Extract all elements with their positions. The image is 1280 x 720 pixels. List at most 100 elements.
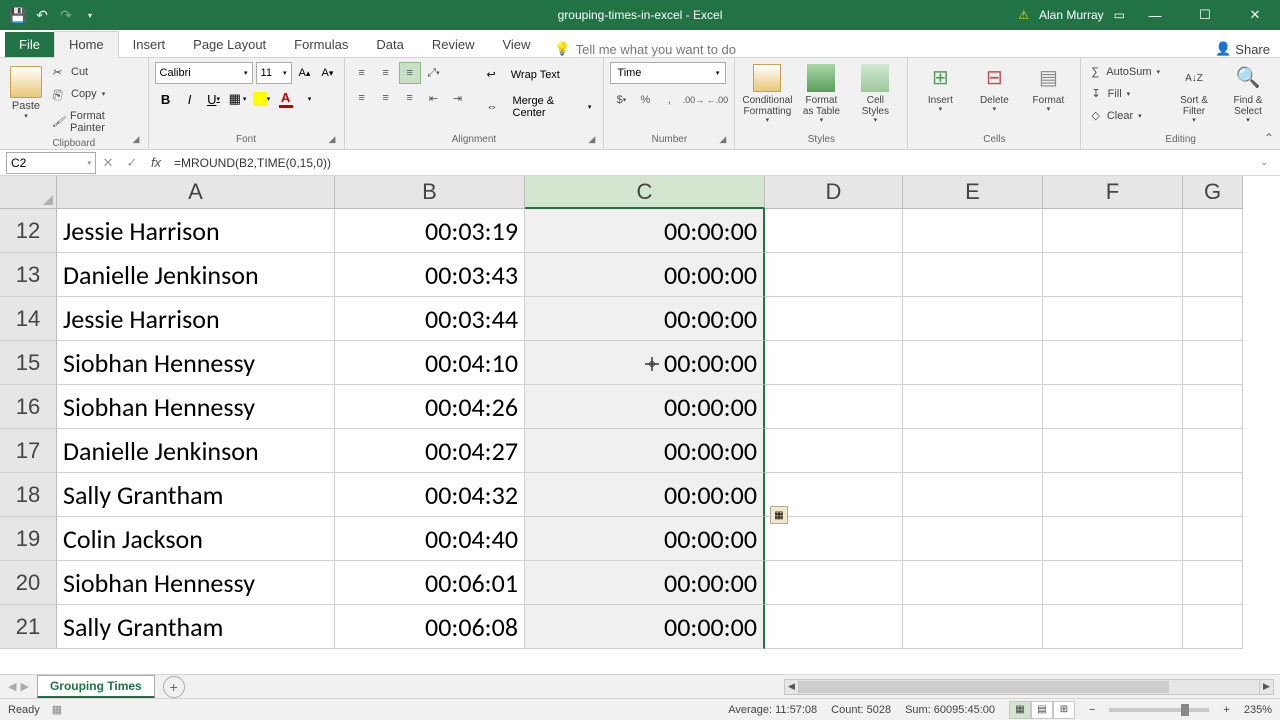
cell[interactable] xyxy=(1183,209,1243,253)
cell[interactable] xyxy=(1183,297,1243,341)
cell[interactable] xyxy=(1043,297,1183,341)
account-warning-icon[interactable]: ⚠ xyxy=(1018,8,1029,22)
redo-icon[interactable]: ↷ xyxy=(58,7,74,23)
format-painter-button[interactable]: Format Painter xyxy=(50,106,142,138)
cell[interactable]: 00:03:43 xyxy=(335,253,525,297)
cell[interactable] xyxy=(1043,209,1183,253)
cell[interactable] xyxy=(1043,385,1183,429)
formula-input[interactable]: =MROUND(B2,TIME(0,15,0)) xyxy=(168,156,1260,170)
horizontal-scrollbar[interactable]: ◀ ▶ xyxy=(784,679,1274,695)
cell[interactable] xyxy=(765,561,903,605)
cell[interactable] xyxy=(903,517,1043,561)
decrease-font-size-button[interactable]: A▾ xyxy=(318,62,338,84)
cell[interactable]: 00:04:26 xyxy=(335,385,525,429)
cell[interactable] xyxy=(1043,473,1183,517)
select-all-button[interactable] xyxy=(0,176,57,209)
font-name-select[interactable]: Calibri▾ xyxy=(155,62,253,84)
italic-button[interactable]: I xyxy=(179,88,201,110)
zoom-level[interactable]: 235% xyxy=(1244,704,1272,716)
cell[interactable] xyxy=(903,473,1043,517)
cell[interactable]: Siobhan Hennessy xyxy=(57,561,335,605)
column-header-g[interactable]: G xyxy=(1183,176,1243,209)
delete-cells-button[interactable]: Delete▾ xyxy=(968,62,1020,116)
paste-button[interactable]: Paste ▾ xyxy=(6,62,46,124)
column-header-c[interactable]: C xyxy=(525,176,765,209)
cell[interactable] xyxy=(765,385,903,429)
cell[interactable]: 00:06:08 xyxy=(335,605,525,649)
find-select-button[interactable]: Find & Select▾ xyxy=(1222,62,1274,127)
new-sheet-button[interactable]: + xyxy=(163,676,185,698)
clear-button[interactable]: ◇Clear ▾ xyxy=(1087,105,1162,126)
cell[interactable]: 00:00:00 xyxy=(525,605,765,649)
cell[interactable] xyxy=(765,605,903,649)
zoom-slider[interactable] xyxy=(1109,708,1209,712)
underline-button[interactable]: U▾ xyxy=(203,88,225,110)
tab-data[interactable]: Data xyxy=(362,32,417,57)
row-header[interactable]: 19 xyxy=(0,517,57,561)
maximize-button[interactable]: ☐ xyxy=(1185,0,1225,30)
normal-view-button[interactable]: ▦ xyxy=(1009,701,1031,719)
hscroll-thumb[interactable] xyxy=(799,681,1169,693)
tab-formulas[interactable]: Formulas xyxy=(280,32,362,57)
align-top-button[interactable]: ≡ xyxy=(351,62,373,84)
cell[interactable]: 00:03:44 xyxy=(335,297,525,341)
row-header[interactable]: 13 xyxy=(0,253,57,297)
cell[interactable] xyxy=(1043,429,1183,473)
align-bottom-button[interactable]: ≡ xyxy=(399,62,421,84)
cell[interactable]: Danielle Jenkinson xyxy=(57,253,335,297)
cell[interactable]: 00:04:40 xyxy=(335,517,525,561)
cell[interactable] xyxy=(1183,561,1243,605)
font-color-dropdown[interactable]: ▾ xyxy=(299,88,321,110)
increase-decimal-button[interactable]: .00→ xyxy=(682,89,704,111)
align-middle-button[interactable]: ≡ xyxy=(375,62,397,84)
cell[interactable] xyxy=(903,209,1043,253)
cell[interactable] xyxy=(1043,517,1183,561)
cell[interactable] xyxy=(903,385,1043,429)
cell[interactable]: 00:00:00 xyxy=(525,517,765,561)
increase-indent-button[interactable]: ⇥ xyxy=(447,87,469,109)
cell[interactable] xyxy=(1043,341,1183,385)
cell[interactable] xyxy=(903,297,1043,341)
alignment-dialog-launcher[interactable]: ◢ xyxy=(588,134,600,146)
zoom-out-button[interactable]: − xyxy=(1089,704,1095,716)
cell[interactable] xyxy=(1183,517,1243,561)
cell[interactable]: Sally Grantham xyxy=(57,605,335,649)
cell[interactable]: 00:03:19 xyxy=(335,209,525,253)
paste-options-button[interactable]: ▦ xyxy=(770,506,788,524)
column-header-b[interactable]: B xyxy=(335,176,525,209)
sheet-nav-next[interactable]: ▶ xyxy=(20,680,28,693)
cell[interactable]: 00:00:00 xyxy=(525,561,765,605)
cell[interactable]: 00:00:00 xyxy=(525,473,765,517)
fill-color-button[interactable]: ▾ xyxy=(251,88,273,110)
cell[interactable] xyxy=(1183,429,1243,473)
cell[interactable] xyxy=(1043,605,1183,649)
font-dialog-launcher[interactable]: ◢ xyxy=(329,134,341,146)
cell[interactable] xyxy=(1043,253,1183,297)
cell[interactable]: 00:04:27 xyxy=(335,429,525,473)
ribbon-display-options-icon[interactable]: ▭ xyxy=(1114,8,1125,22)
row-header[interactable]: 15 xyxy=(0,341,57,385)
cell[interactable]: Siobhan Hennessy xyxy=(57,341,335,385)
cell[interactable] xyxy=(903,341,1043,385)
tab-insert[interactable]: Insert xyxy=(119,32,180,57)
cell[interactable]: 00:04:10 xyxy=(335,341,525,385)
cell[interactable] xyxy=(903,605,1043,649)
row-header[interactable]: 18 xyxy=(0,473,57,517)
cell[interactable]: 00:00:00 xyxy=(525,341,765,385)
tab-page-layout[interactable]: Page Layout xyxy=(179,32,280,57)
zoom-slider-thumb[interactable] xyxy=(1181,704,1189,716)
fill-button[interactable]: ↧Fill ▾ xyxy=(1087,83,1162,104)
cell[interactable] xyxy=(1183,605,1243,649)
share-button[interactable]: 👤 Share xyxy=(1215,41,1270,57)
tab-view[interactable]: View xyxy=(488,32,544,57)
comma-format-button[interactable]: , xyxy=(658,89,680,111)
row-header[interactable]: 12 xyxy=(0,209,57,253)
cell[interactable] xyxy=(765,253,903,297)
insert-cells-button[interactable]: Insert▾ xyxy=(914,62,966,116)
cell[interactable] xyxy=(1183,473,1243,517)
minimize-button[interactable]: — xyxy=(1135,0,1175,30)
signed-in-user[interactable]: Alan Murray xyxy=(1039,8,1104,22)
cell[interactable]: Sally Grantham xyxy=(57,473,335,517)
zoom-in-button[interactable]: + xyxy=(1223,704,1229,716)
cell[interactable]: Jessie Harrison xyxy=(57,297,335,341)
